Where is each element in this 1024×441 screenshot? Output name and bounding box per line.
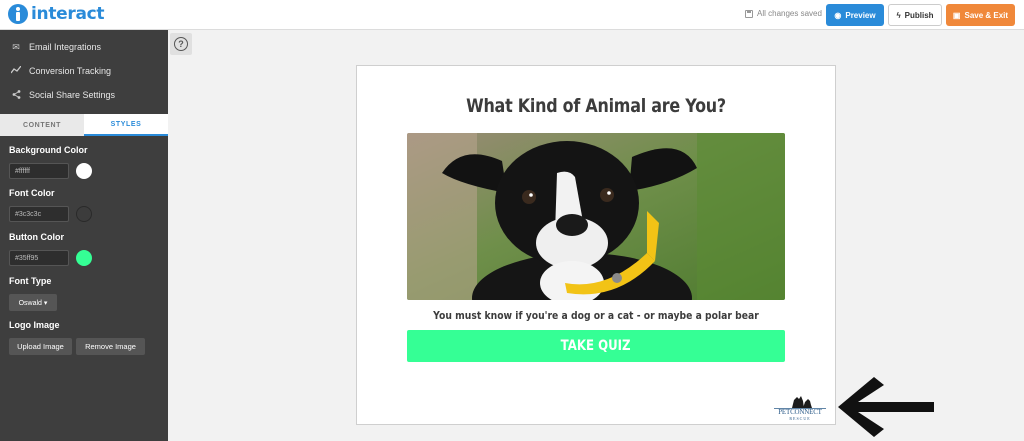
preview-button[interactable]: ◉ Preview [826,4,884,26]
quiz-cover-image[interactable] [407,133,785,300]
take-quiz-button[interactable]: TAKE QUIZ [407,330,785,362]
floppy-disk-icon [745,9,753,18]
envelope-icon: ✉ [12,41,20,52]
logo-subtext: RESCUE [789,416,811,421]
sidebar: ✉ Email Integrations Conversion Tracking… [0,30,168,441]
font-color-swatch[interactable] [76,206,92,222]
preview-label: Preview [845,10,876,20]
button-color-label: Button Color [9,232,64,242]
sidebar-item-conversion-tracking[interactable]: Conversion Tracking [0,59,168,83]
publish-label: Publish [904,10,934,20]
background-color-label: Background Color [9,145,88,155]
sidebar-item-email-integrations[interactable]: ✉ Email Integrations [0,35,168,59]
app-logo[interactable]: interact [8,4,105,24]
save-icon: ▣ [952,10,961,20]
help-button[interactable]: ? [170,33,192,55]
font-type-select[interactable]: Oswald ▾ [9,294,57,311]
tab-content[interactable]: CONTENT [0,114,84,136]
puppy-photo-icon [407,133,785,300]
eye-icon: ◉ [834,10,842,20]
sidebar-item-label: Email Integrations [29,42,102,52]
font-color-input[interactable]: #3c3c3c [9,206,69,222]
lightning-icon: ϟ [896,10,901,20]
save-status: All changes saved [745,9,822,18]
quiz-description[interactable]: You must know if you're a dog or a cat -… [395,309,797,322]
interact-logo-icon [8,4,28,24]
petconnect-logo[interactable]: PETCONNECT RESCUE [770,393,830,423]
button-color-swatch[interactable] [76,250,92,266]
share-icon [10,89,22,101]
save-exit-label: Save & Exit [964,10,1009,20]
button-color-input[interactable]: #35ff95 [9,250,69,266]
save-status-text: All changes saved [757,9,822,18]
brand-name: interact [31,4,105,24]
quiz-preview-card: What Kind of Animal are You? You must kn… [356,65,836,425]
font-color-label: Font Color [9,188,55,198]
tab-styles[interactable]: STYLES [84,114,168,136]
sidebar-item-social-share-settings[interactable]: Social Share Settings [0,83,168,107]
background-color-input[interactable]: #ffffff [9,163,69,179]
sidebar-item-label: Social Share Settings [29,90,116,100]
font-type-label: Font Type [9,276,52,286]
top-bar: interact All changes saved ◉ Preview ϟ P… [0,0,1024,30]
sidebar-item-label: Conversion Tracking [29,66,112,76]
upload-image-button[interactable]: Upload Image [9,338,72,355]
background-color-swatch[interactable] [76,163,92,179]
pointer-arrow-icon [838,377,934,437]
take-quiz-label: TAKE QUIZ [561,338,631,354]
logo-image-label: Logo Image [9,320,60,330]
save-exit-button[interactable]: ▣ Save & Exit [946,4,1015,26]
question-icon: ? [174,37,188,51]
sidebar-tabs: CONTENT STYLES [0,114,168,136]
logo-wordmark: PETCONNECT [778,408,822,416]
publish-button[interactable]: ϟ Publish [888,4,942,26]
dog-cat-silhouette-icon [774,396,826,409]
remove-image-button[interactable]: Remove Image [76,338,145,355]
quiz-title[interactable]: What Kind of Animal are You? [395,95,797,117]
line-chart-icon [10,65,22,76]
